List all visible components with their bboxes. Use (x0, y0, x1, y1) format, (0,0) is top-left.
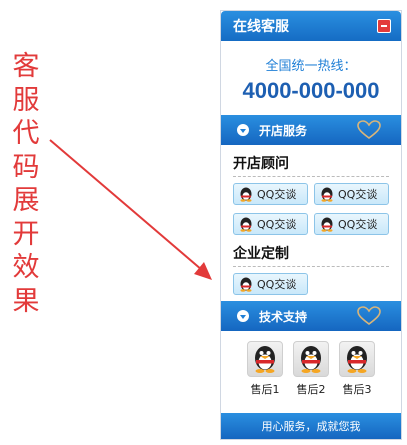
qq-chat-button[interactable]: QQ交谈 (233, 183, 308, 205)
heart-icon (357, 120, 381, 140)
support-list: 售后1 售后2 售后3 (221, 331, 401, 397)
qq-penguin-icon (240, 217, 252, 232)
qq-penguin-icon (240, 187, 252, 202)
qq-chat-button[interactable]: QQ交谈 (314, 213, 389, 235)
support-agent[interactable]: 售后2 (293, 341, 329, 397)
heart-icon (357, 306, 381, 326)
section-shop-service[interactable]: 开店服务 (221, 115, 401, 145)
qq-chat-label: QQ交谈 (338, 218, 378, 231)
section-tech-support[interactable]: 技术支持 (221, 301, 401, 331)
qq-chat-button[interactable]: QQ交谈 (233, 213, 308, 235)
custom-buttons: QQ交谈 (221, 267, 401, 295)
support-label: 售后1 (250, 383, 280, 396)
footer-slogan: 用心服务，成就您我 (261, 420, 361, 433)
panel-footer: 用心服务，成就您我 (221, 413, 401, 439)
qq-penguin-icon (247, 341, 283, 377)
support-agent[interactable]: 售后3 (339, 341, 375, 397)
qq-chat-button[interactable]: QQ交谈 (314, 183, 389, 205)
consultant-buttons: QQ交谈 QQ交谈 QQ交谈 QQ交谈 (221, 177, 401, 235)
hotline-label: 全国统一热线： (265, 59, 357, 74)
qq-penguin-icon (321, 187, 333, 202)
support-label: 售后2 (296, 383, 326, 396)
qq-penguin-icon (293, 341, 329, 377)
chevron-down-icon (237, 124, 249, 136)
hotline: 全国统一热线： 4000-000-000 (221, 41, 401, 115)
customer-service-panel: 在线客服 全国统一热线： 4000-000-000 开店服务 开店顾问 QQ交谈… (220, 10, 402, 440)
section-title: 技术支持 (259, 309, 308, 324)
support-agent[interactable]: 售后1 (247, 341, 283, 397)
hotline-number: 4000-000-000 (242, 78, 380, 103)
qq-chat-label: QQ交谈 (257, 218, 297, 231)
qq-chat-button[interactable]: QQ交谈 (233, 273, 308, 295)
panel-title: 在线客服 (233, 19, 289, 35)
close-icon[interactable] (377, 19, 391, 33)
group-title-consultant: 开店顾问 (233, 153, 389, 177)
qq-chat-label: QQ交谈 (257, 188, 297, 201)
qq-chat-label: QQ交谈 (338, 188, 378, 201)
qq-penguin-icon (240, 277, 252, 292)
chevron-down-icon (237, 310, 249, 322)
qq-penguin-icon (339, 341, 375, 377)
qq-chat-label: QQ交谈 (257, 278, 297, 291)
support-label: 售后3 (342, 383, 372, 396)
qq-penguin-icon (321, 217, 333, 232)
section-title: 开店服务 (259, 123, 308, 138)
group-title-custom: 企业定制 (233, 243, 389, 267)
panel-header: 在线客服 (221, 11, 401, 41)
